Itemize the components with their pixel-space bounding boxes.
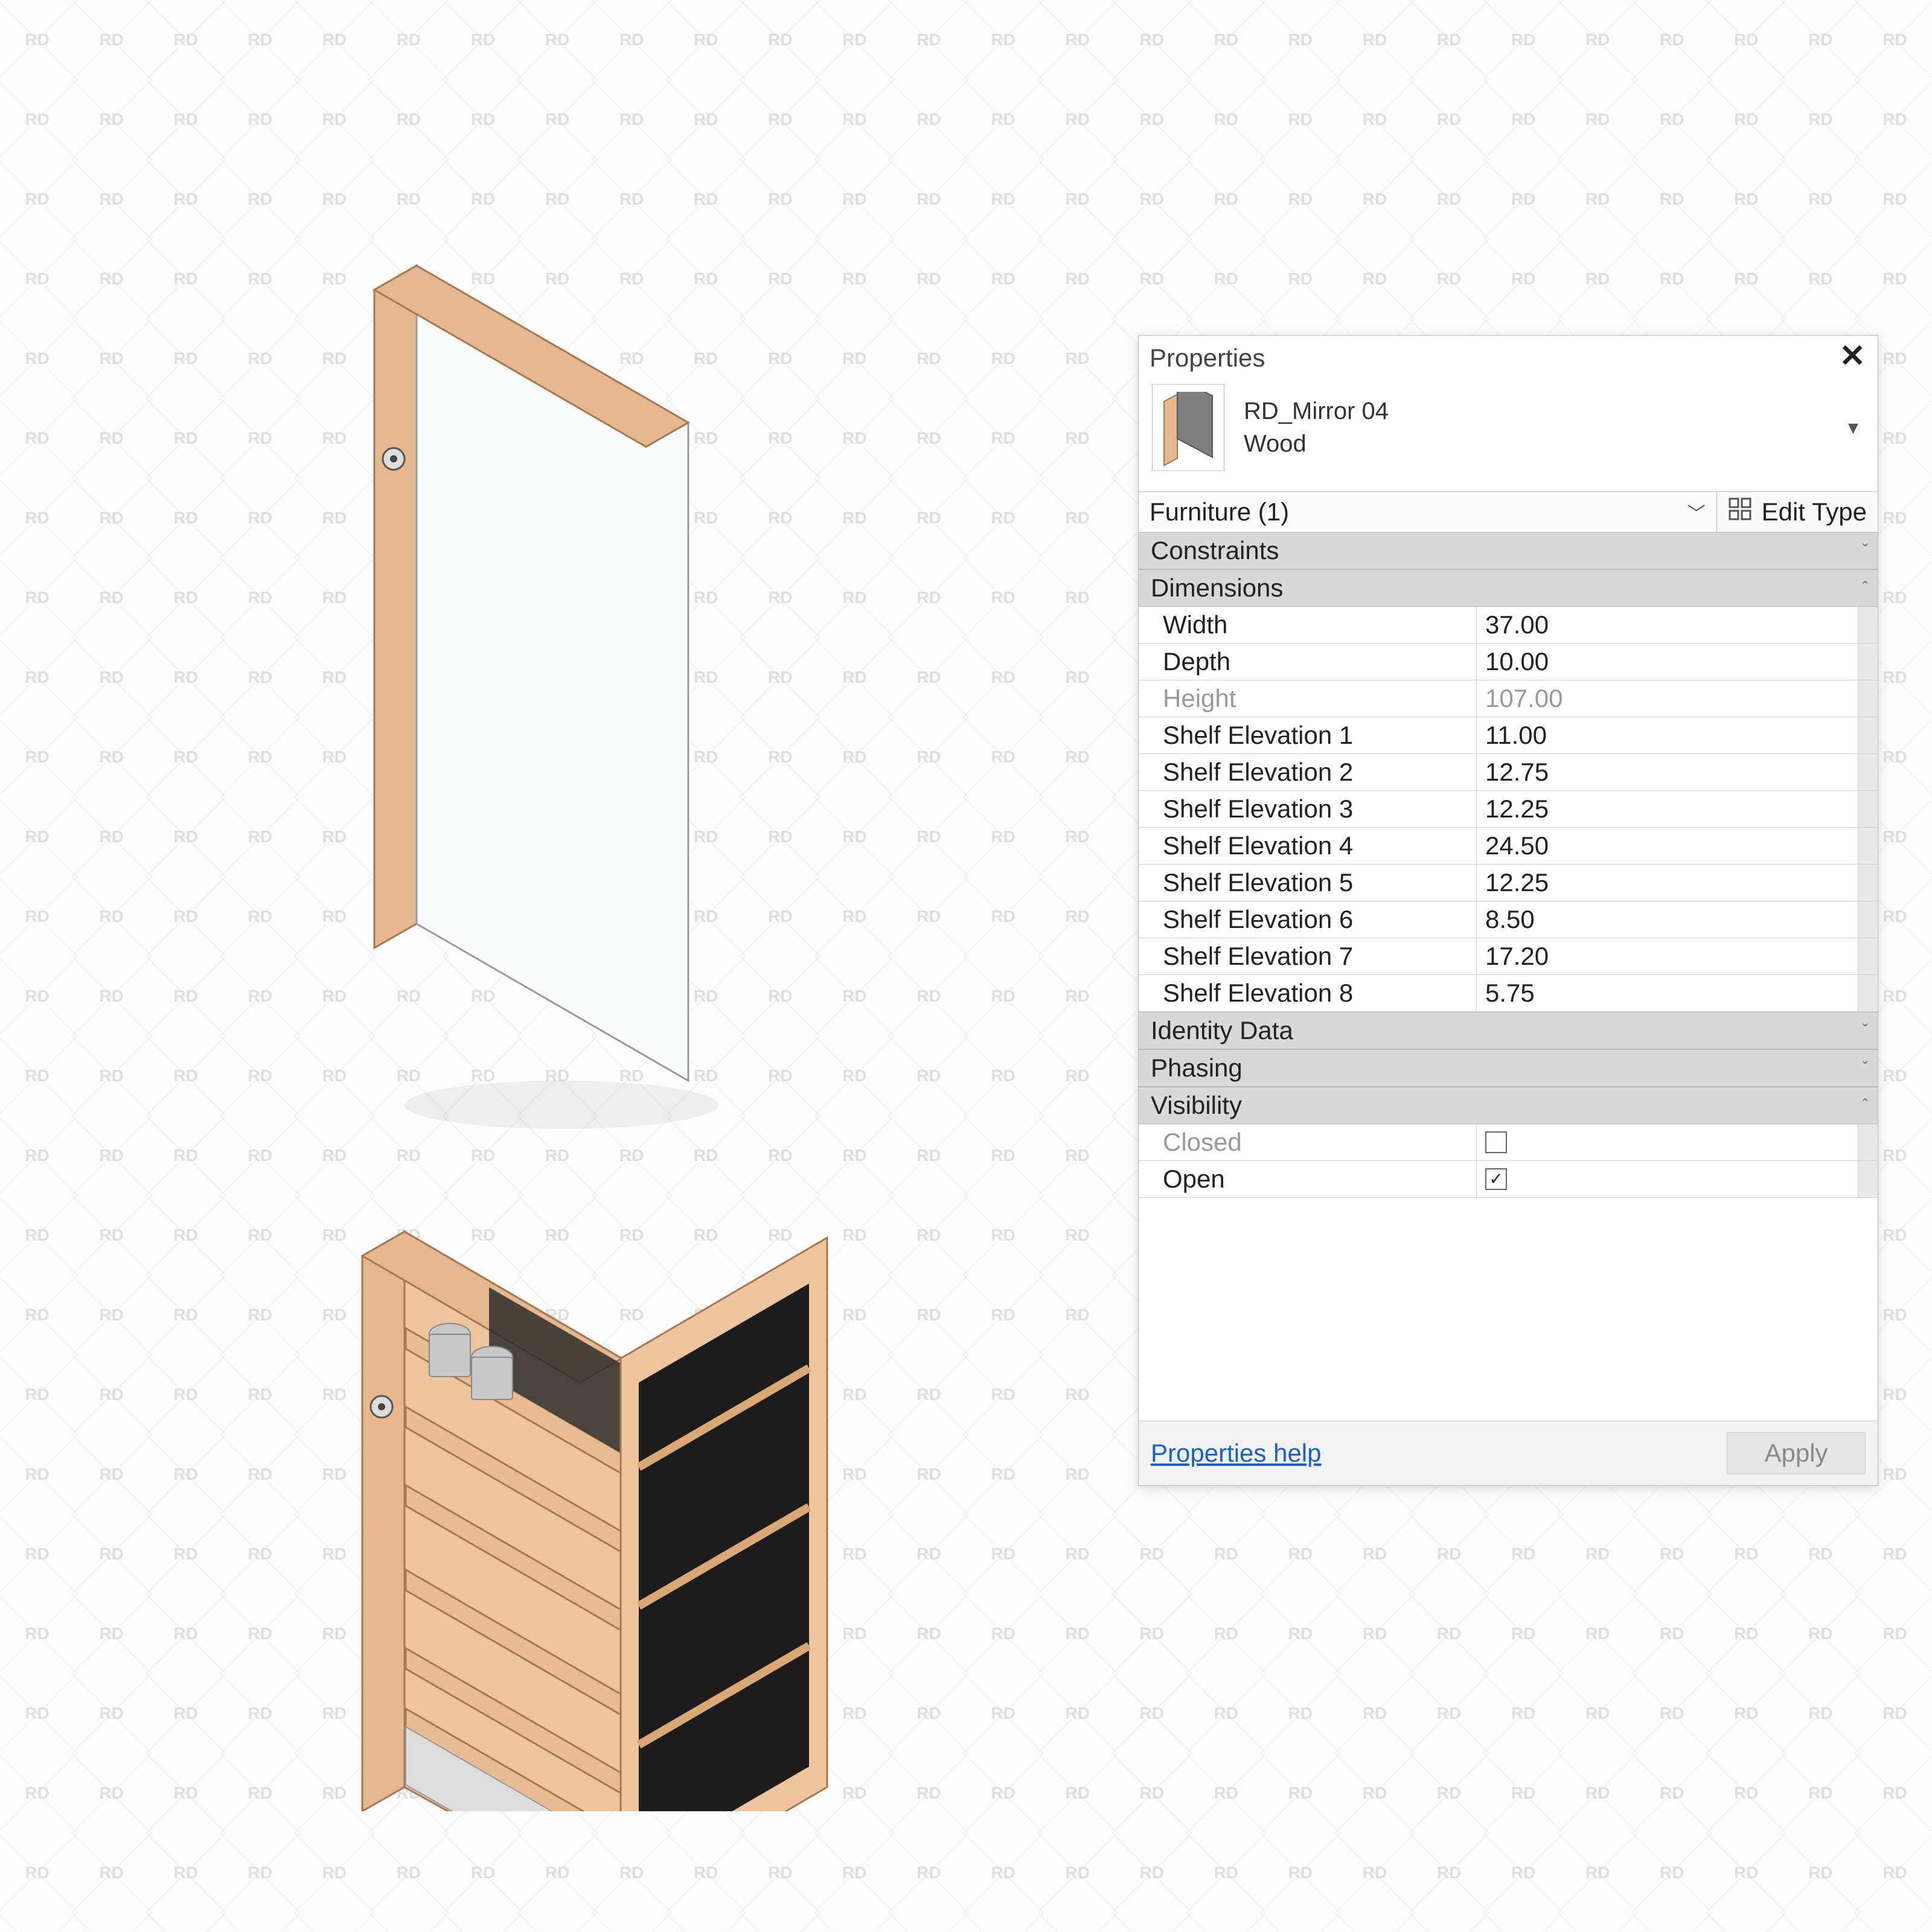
collapse-icon: ˇ [1863,1021,1866,1040]
collapse-icon: ˆ [1863,578,1866,598]
dimensions-table: Width37.00Depth10.00Height107.00Shelf El… [1139,607,1878,1012]
type-thumbnail [1152,384,1224,471]
property-row: Height107.00 [1139,680,1878,717]
properties-panel: Properties ✕ RD_Mirror 04 Wood ▾ Furnitu… [1138,335,1878,1486]
property-row: Width37.00 [1139,607,1878,644]
property-row: Shelf Elevation 424.50 [1139,828,1878,865]
property-row: Shelf Elevation 717.20 [1139,938,1878,975]
property-label: Shelf Elevation 3 [1139,791,1477,827]
property-label: Height [1139,680,1477,717]
property-row: Depth10.00 [1139,644,1878,680]
property-label: Depth [1139,644,1477,680]
property-label: Shelf Elevation 2 [1139,754,1477,790]
row-gutter [1858,754,1878,790]
property-row: Shelf Elevation 512.25 [1139,865,1878,901]
property-label: Shelf Elevation 7 [1139,938,1477,974]
row-gutter [1858,791,1878,827]
property-value-input[interactable]: 17.20 [1477,938,1858,974]
panel-title: Properties [1150,344,1834,373]
property-label: Width [1139,607,1477,643]
row-gutter [1858,901,1878,938]
property-row: Shelf Elevation 68.50 [1139,901,1878,938]
row-gutter [1858,938,1878,974]
property-label: Shelf Elevation 8 [1139,975,1477,1011]
row-gutter [1858,828,1878,864]
property-label: Shelf Elevation 4 [1139,828,1477,864]
property-label: Shelf Elevation 6 [1139,901,1477,938]
property-row: Shelf Elevation 111.00 [1139,717,1878,754]
property-checkbox[interactable]: ✓ [1477,1161,1858,1197]
properties-help-link[interactable]: Properties help [1151,1439,1322,1468]
panel-titlebar[interactable]: Properties ✕ [1139,336,1878,378]
property-label: Shelf Elevation 1 [1139,717,1477,753]
collapse-icon: ˆ [1863,1096,1866,1115]
edit-type-icon [1728,497,1753,527]
section-identity-data[interactable]: Identity Data ˇ [1139,1012,1878,1049]
collapse-icon: ˇ [1863,1058,1866,1078]
chevron-down-icon: ﹀ [1687,499,1706,525]
property-label: Shelf Elevation 5 [1139,865,1477,901]
model-viewport[interactable] [326,181,869,1811]
property-row: Shelf Elevation 212.75 [1139,754,1878,791]
empty-area [1139,1198,1878,1421]
close-icon[interactable]: ✕ [1834,341,1870,376]
property-row: Shelf Elevation 312.25 [1139,791,1878,828]
property-label: Closed [1139,1124,1477,1160]
apply-button[interactable]: Apply [1727,1432,1866,1474]
chevron-down-icon[interactable]: ▾ [1842,415,1864,440]
property-row: Shelf Elevation 85.75 [1139,975,1878,1012]
row-gutter [1858,1161,1878,1197]
section-visibility[interactable]: Visibility ˆ [1139,1087,1878,1124]
panel-footer: Properties help Apply [1139,1421,1878,1485]
checkbox-icon: ✓ [1485,1168,1507,1190]
property-value-input[interactable]: 12.25 [1477,791,1858,827]
property-value-input[interactable]: 5.75 [1477,975,1858,1011]
property-checkbox [1477,1124,1858,1160]
checkbox-icon [1485,1131,1507,1153]
property-value-input[interactable]: 24.50 [1477,828,1858,864]
edit-type-button[interactable]: Edit Type [1717,492,1878,532]
collapse-icon: ˇ [1863,541,1866,560]
property-value-input[interactable]: 37.00 [1477,607,1858,643]
property-value-input[interactable]: 12.25 [1477,865,1858,901]
section-phasing[interactable]: Phasing ˇ [1139,1049,1878,1087]
row-gutter [1858,1124,1878,1160]
section-constraints[interactable]: Constraints ˇ [1139,532,1878,569]
property-label: Open [1139,1161,1477,1197]
row-gutter [1858,680,1878,717]
row-gutter [1858,865,1878,901]
row-gutter [1858,644,1878,680]
type-selector-row[interactable]: RD_Mirror 04 Wood ▾ [1139,378,1878,491]
row-gutter [1858,975,1878,1011]
property-value-input[interactable]: 11.00 [1477,717,1858,753]
property-row: Open ✓ [1139,1161,1878,1198]
property-row: Closed [1139,1124,1878,1161]
row-gutter [1858,607,1878,643]
property-value-input: 107.00 [1477,680,1858,717]
category-selector[interactable]: Furniture (1) ﹀ [1139,492,1717,532]
type-name-text: RD_Mirror 04 Wood [1244,395,1842,460]
section-dimensions[interactable]: Dimensions ˆ [1139,569,1878,607]
property-value-input[interactable]: 12.75 [1477,754,1858,790]
visibility-table: ClosedOpen ✓ [1139,1124,1878,1198]
property-value-input[interactable]: 8.50 [1477,901,1858,938]
property-value-input[interactable]: 10.00 [1477,644,1858,680]
row-gutter [1858,717,1878,753]
